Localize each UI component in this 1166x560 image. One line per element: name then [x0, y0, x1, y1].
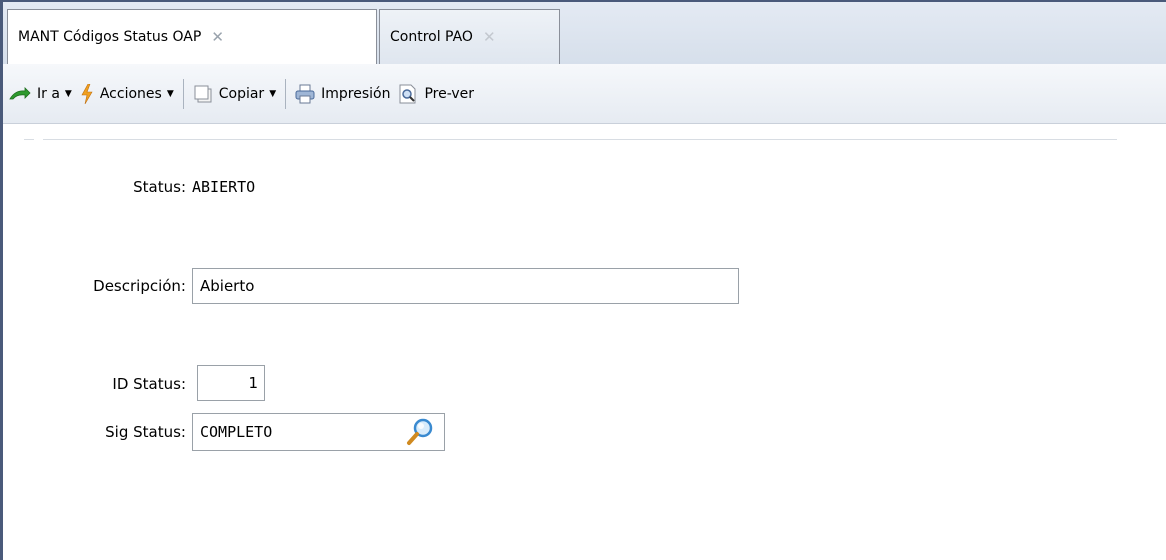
actions-button[interactable]: Acciones ▼: [76, 79, 178, 109]
close-icon[interactable]: ✕: [211, 28, 224, 46]
chevron-down-icon: ▼: [64, 88, 72, 99]
status-label: Status:: [133, 178, 186, 196]
divider: [43, 139, 1117, 140]
chevron-down-icon: ▼: [166, 88, 174, 99]
print-preview-icon: [399, 84, 416, 103]
next-status-label: Sig Status:: [105, 423, 186, 441]
id-status-field[interactable]: 1: [197, 365, 265, 401]
next-status-value: COMPLETO: [200, 423, 273, 441]
toolbar-separator: [182, 78, 184, 109]
tab-label: MANT Códigos Status OAP: [18, 29, 202, 45]
preview-button[interactable]: Pre-ver: [394, 79, 478, 109]
tab-control-pao[interactable]: Control PAO ✕: [379, 9, 560, 64]
print-label: Impresión: [321, 85, 391, 102]
goto-label: Ir a: [37, 85, 60, 102]
lightning-icon: [81, 83, 93, 104]
toolbar: Ir a ▼ Acciones ▼ Copiar ▼ Impresión Pre…: [3, 64, 1166, 124]
chevron-down-icon: ▼: [269, 88, 277, 99]
tab-strip: MANT Códigos Status OAP ✕ Control PAO ✕: [3, 2, 1166, 64]
printer-icon: [295, 84, 315, 103]
actions-label: Acciones: [99, 85, 162, 102]
status-value: ABIERTO: [192, 178, 256, 196]
id-status-label: ID Status:: [112, 375, 186, 393]
magnifier-icon[interactable]: [404, 416, 436, 448]
copy-button[interactable]: Copiar ▼: [189, 79, 280, 109]
description-label: Descripción:: [93, 277, 186, 295]
goto-button[interactable]: Ir a ▼: [5, 79, 76, 109]
app-window: MANT Códigos Status OAP ✕ Control PAO ✕ …: [0, 0, 1166, 560]
close-icon[interactable]: ✕: [483, 28, 496, 46]
preview-label: Pre-ver: [424, 85, 475, 102]
toolbar-separator: [285, 78, 287, 109]
tab-mant-codigos-status[interactable]: MANT Códigos Status OAP ✕: [7, 9, 377, 64]
goto-arrow-icon: [9, 86, 31, 99]
tab-label: Control PAO: [390, 29, 473, 45]
copy-label: Copiar: [218, 85, 265, 102]
divider: [24, 139, 34, 140]
description-field[interactable]: Abierto: [192, 268, 739, 304]
print-button[interactable]: Impresión: [291, 79, 394, 109]
copy-icon: [194, 85, 212, 102]
